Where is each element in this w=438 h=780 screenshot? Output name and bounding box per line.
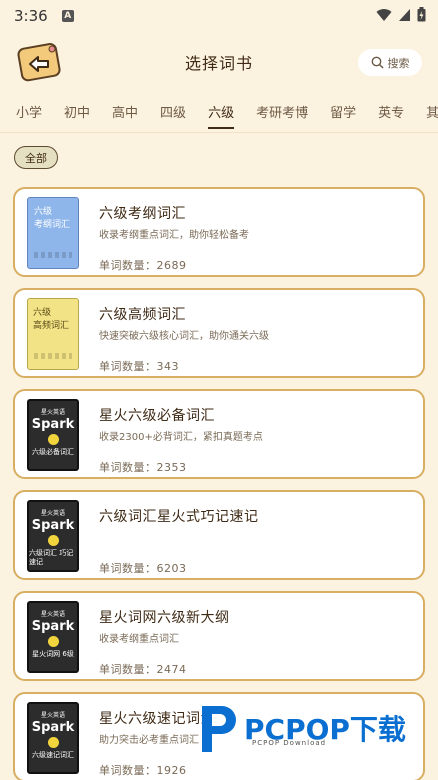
top-bar: 选择词书 搜索 [0, 36, 438, 90]
cover-top-text: 星火英语 [40, 510, 65, 517]
cover-line: 高频词汇 [33, 321, 70, 331]
word-count-value: 2353 [156, 461, 187, 474]
cover-stripe [34, 353, 72, 359]
word-count: 单词数量：1926 [99, 762, 187, 778]
book-description: 收录考纲重点词汇 [99, 634, 179, 645]
notification-icon: A [61, 10, 74, 22]
book-description: 助力突击必考重点词汇 [99, 735, 199, 746]
word-count-label: 单词数量： [99, 360, 157, 373]
cover-dot-icon [47, 434, 59, 445]
cover-brand: Spark [31, 417, 75, 432]
book-list: 六级 考纲词汇 六级考纲词汇 收录考纲重点词汇，助你轻松备考 单词数量：2689… [13, 187, 425, 780]
watermark-subtext: PCPOP Download [252, 739, 327, 747]
word-count-value: 1926 [156, 764, 187, 777]
cover-brand: Spark [31, 518, 75, 533]
cover-dot-icon [47, 737, 59, 748]
cover-subtitle: 六级必备词汇 [32, 448, 74, 456]
word-count: 单词数量：2474 [99, 661, 187, 677]
word-count-value: 2689 [156, 259, 187, 272]
book-cover: 星火英语 Spark 星火词网 6级 [27, 601, 79, 673]
word-count-label: 单词数量： [99, 663, 157, 676]
book-description: 收录考纲重点词汇，助你轻松备考 [99, 230, 249, 241]
tab-cet6[interactable]: 六级 [208, 102, 235, 129]
search-label: 搜索 [387, 56, 410, 70]
cover-line: 考纲词汇 [34, 220, 71, 230]
word-count-label: 单词数量： [99, 259, 157, 272]
cover-subtitle: 星火词网 6级 [32, 650, 74, 658]
cover-brand: Spark [31, 720, 75, 735]
book-card[interactable]: 星火英语 Spark 六级词汇 巧记速记 六级词汇星火式巧记速记 单词数量：62… [13, 490, 425, 580]
book-cover: 星火英语 Spark 六级速记词汇 [27, 702, 79, 774]
pcpop-logo-icon [202, 706, 236, 752]
book-card[interactable]: 星火英语 Spark 星火词网 6级 星火词网六级新大纲 收录考纲重点词汇 单词… [13, 591, 425, 681]
word-count: 单词数量：2689 [99, 257, 187, 273]
battery-icon [417, 7, 426, 22]
cover-subtitle: 六级速记词汇 [32, 751, 74, 759]
tab-postgraduate[interactable]: 考研考博 [256, 102, 308, 121]
word-count-label: 单词数量： [99, 562, 157, 575]
word-count-value: 343 [156, 360, 179, 373]
cover-dot-icon [47, 636, 59, 647]
cover-top-text: 星火英语 [40, 712, 65, 719]
book-title: 六级高频词汇 [99, 307, 186, 323]
book-description: 收录2300+必背词汇，紧扣真题考点 [99, 432, 263, 443]
tab-junior[interactable]: 初中 [64, 102, 90, 121]
book-cover: 六级 考纲词汇 [27, 197, 79, 269]
tabs-divider [0, 132, 438, 133]
tab-english-major[interactable]: 英专 [378, 102, 404, 121]
word-count-value: 2474 [156, 663, 187, 676]
cover-stripe [34, 252, 72, 258]
category-tabs: 小学 初中 高中 四级 六级 考研考博 留学 英专 其他 [0, 96, 438, 129]
tab-study-abroad[interactable]: 留学 [330, 102, 356, 121]
book-title: 星火六级必备词汇 [99, 408, 215, 424]
word-count-value: 6203 [156, 562, 187, 575]
status-time: 3:36 [14, 7, 48, 25]
tab-other[interactable]: 其他 [426, 102, 438, 121]
cover-line: 六级 [34, 207, 53, 217]
book-title: 六级词汇星火式巧记速记 [99, 509, 259, 525]
book-cover: 星火英语 Spark 六级词汇 巧记速记 [27, 500, 79, 572]
cover-top-text: 星火英语 [40, 611, 65, 618]
cover-line: 六级 [33, 308, 52, 318]
word-count-label: 单词数量： [99, 461, 157, 474]
tab-primary[interactable]: 小学 [16, 102, 42, 121]
book-cover: 星火英语 Spark 六级必备词汇 [27, 399, 79, 471]
book-card[interactable]: 星火英语 Spark 六级必备词汇 星火六级必备词汇 收录2300+必背词汇，紧… [13, 389, 425, 479]
filter-all-chip[interactable]: 全部 [14, 146, 58, 169]
book-card[interactable]: 六级 考纲词汇 六级考纲词汇 收录考纲重点词汇，助你轻松备考 单词数量：2689 [13, 187, 425, 277]
tab-cet4[interactable]: 四级 [160, 102, 186, 121]
tab-senior[interactable]: 高中 [112, 102, 138, 121]
cover-brand: Spark [31, 619, 75, 634]
cover-subtitle: 六级词汇 巧记速记 [29, 549, 74, 566]
cover-top-text: 星火英语 [40, 409, 65, 416]
book-description: 快速突破六级核心词汇，助你通关六级 [99, 331, 269, 342]
status-bar: 3:36 A [0, 0, 438, 32]
wifi-icon [376, 8, 392, 21]
book-title: 六级考纲词汇 [99, 206, 186, 222]
signal-icon [399, 8, 410, 21]
word-count: 单词数量：6203 [99, 560, 187, 576]
watermark: PCPOP下载 PCPOP Download [192, 698, 428, 758]
book-card[interactable]: 六级 高频词汇 六级高频词汇 快速突破六级核心词汇，助你通关六级 单词数量：34… [13, 288, 425, 378]
word-count: 单词数量：2353 [99, 459, 187, 475]
word-count: 单词数量：343 [99, 358, 179, 374]
book-cover: 六级 高频词汇 [27, 298, 79, 370]
search-button[interactable]: 搜索 [358, 49, 422, 76]
word-count-label: 单词数量： [99, 764, 157, 777]
cover-dot-icon [47, 535, 59, 546]
search-icon [371, 56, 384, 69]
book-title: 星火词网六级新大纲 [99, 610, 230, 626]
